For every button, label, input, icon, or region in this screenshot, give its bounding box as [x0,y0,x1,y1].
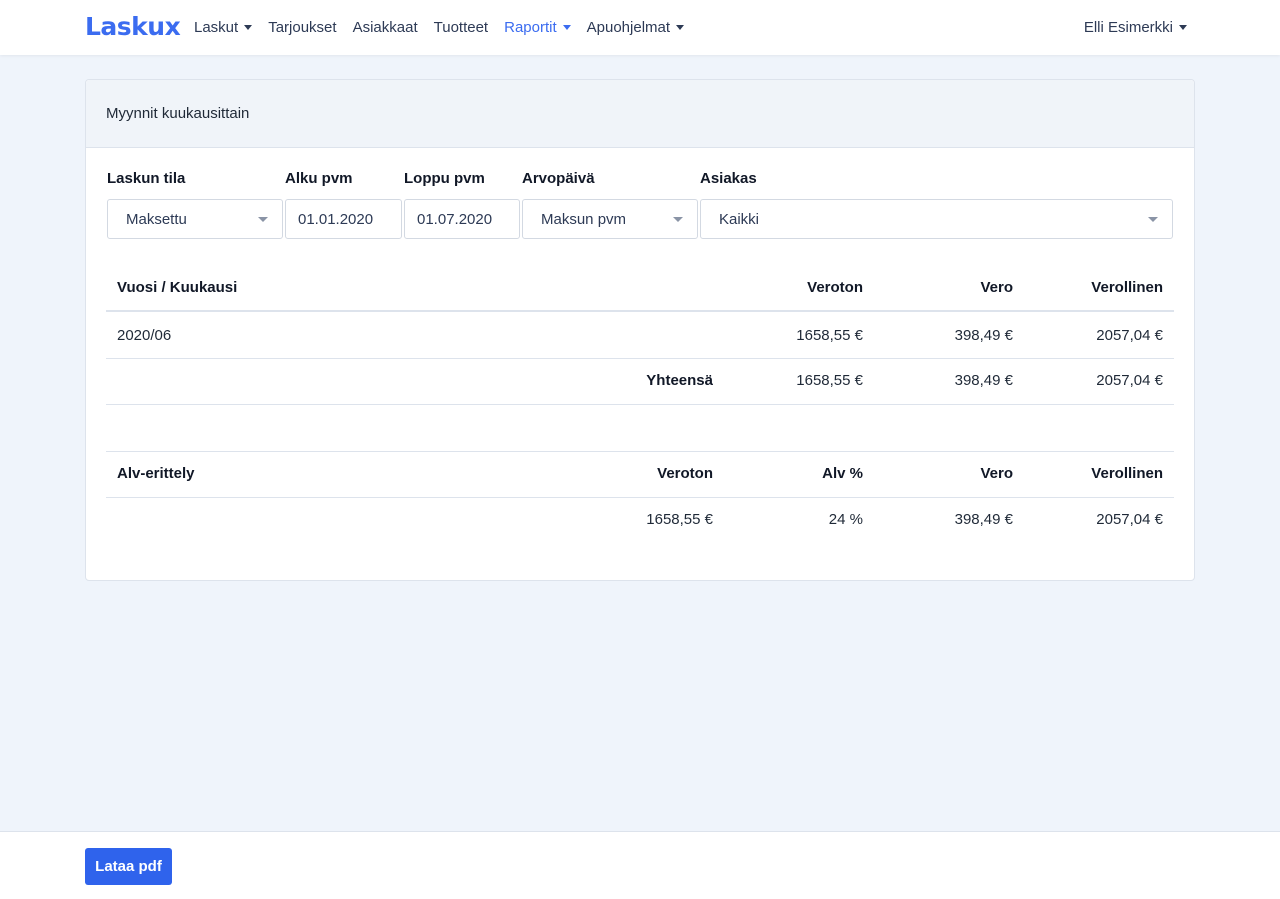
customer-select[interactable]: Kaikki [700,199,1173,239]
value-date-label: Arvopäivä [522,170,595,187]
col-gross: Verollinen [1091,279,1163,296]
vat-table: Alv-erittely Veroton Alv % Vero Verollin… [106,451,1174,544]
total-tax: 398,49 € [954,372,1013,389]
status-label: Laskun tila [107,170,186,187]
start-date-input[interactable]: 01.01.2020 [285,199,402,239]
nav-asiakkaat[interactable]: Asiakkaat [353,19,418,36]
nav-tarjoukset[interactable]: Tarjoukset [268,19,336,36]
nav-apuohjelmat-label: Apuohjelmat [586,19,671,36]
nav-tuotteet-label: Tuotteet [433,19,489,36]
col-tax: Vero [980,279,1013,296]
vat-col-gross: Verollinen [1091,465,1163,482]
value-date-select[interactable]: Maksun pvm [522,199,698,239]
status-value: Maksettu [126,210,187,228]
nav-asiakkaat-label: Asiakkaat [352,19,418,36]
chevron-down-icon [1179,25,1187,30]
card-header: Myynnit kuukausittain [86,80,1194,148]
footer-bar: Lataa pdf [0,831,1280,899]
end-date-input[interactable]: 01.07.2020 [404,199,520,239]
chevron-down-icon [244,25,253,30]
total-gross: 2057,04 € [1096,372,1163,389]
nav-apuohjelmat[interactable]: Apuohjelmat [586,19,685,36]
card-title: Myynnit kuukausittain [106,105,250,122]
end-date-value: 01.07.2020 [417,210,493,228]
nav-raportit[interactable]: Raportit [504,19,571,36]
vat-row-tax: 398,49 € [954,511,1013,528]
vat-row-rate: 24 % [828,511,863,528]
download-pdf-button[interactable]: Lataa pdf [85,848,172,885]
vat-row-gross: 2057,04 € [1096,511,1163,528]
monthly-table: Vuosi / Kuukausi Veroton Vero Verollinen… [106,266,1174,405]
dropdown-arrow-icon [1148,217,1158,222]
start-date-value: 01.01.2020 [298,210,374,228]
vat-title: Alv-erittely [117,465,195,482]
customer-value: Kaikki [719,210,760,228]
nav-tuotteet[interactable]: Tuotteet [434,19,488,36]
chevron-down-icon [676,25,685,30]
total-net: 1658,55 € [796,372,863,389]
nav-laskut-label: Laskut [194,19,239,36]
row-gross: 2057,04 € [1096,327,1163,344]
vat-col-rate: Alv % [822,465,863,482]
end-date-label: Loppu pvm [404,170,485,187]
row-tax: 398,49 € [954,327,1013,344]
report-card: Myynnit kuukausittain Laskun tila Makset… [85,79,1195,581]
status-select[interactable]: Maksettu [107,199,283,239]
dropdown-arrow-icon [673,217,683,222]
user-name: Elli Esimerkki [1083,19,1173,36]
monthly-table-header: Vuosi / Kuukausi Veroton Vero Verollinen [106,266,1174,312]
total-label: Yhteensä [646,372,713,389]
total-row: Yhteensä 1658,55 € 398,49 € 2057,04 € [106,359,1174,405]
dropdown-arrow-icon [258,217,268,222]
nav-tarjoukset-label: Tarjoukset [268,19,337,36]
user-menu[interactable]: Elli Esimerkki [1084,0,1187,55]
col-period: Vuosi / Kuukausi [117,279,238,296]
row-period: 2020/06 [117,327,172,344]
top-navbar: Laskux Laskut Tarjoukset Asiakkaat Tuott… [0,0,1280,55]
value-date-value: Maksun pvm [541,210,627,228]
chevron-down-icon [562,25,571,30]
table-row: 2020/06 1658,55 € 398,49 € 2057,04 € [106,312,1174,359]
row-net: 1658,55 € [796,327,863,344]
vat-col-net: Veroton [657,465,713,482]
vat-table-header: Alv-erittely Veroton Alv % Vero Verollin… [106,452,1174,498]
vat-row-net: 1658,55 € [646,511,713,528]
start-date-label: Alku pvm [285,170,353,187]
vat-col-tax: Vero [980,465,1013,482]
app-logo[interactable]: Laskux [85,13,181,41]
nav-laskut[interactable]: Laskut [194,19,253,36]
nav-raportit-label: Raportit [504,19,557,36]
main-nav: Laskut Tarjoukset Asiakkaat Tuotteet Rap… [194,0,700,55]
table-row: 1658,55 € 24 % 398,49 € 2057,04 € [106,498,1174,544]
col-net: Veroton [807,279,863,296]
customer-label: Asiakas [700,170,757,187]
